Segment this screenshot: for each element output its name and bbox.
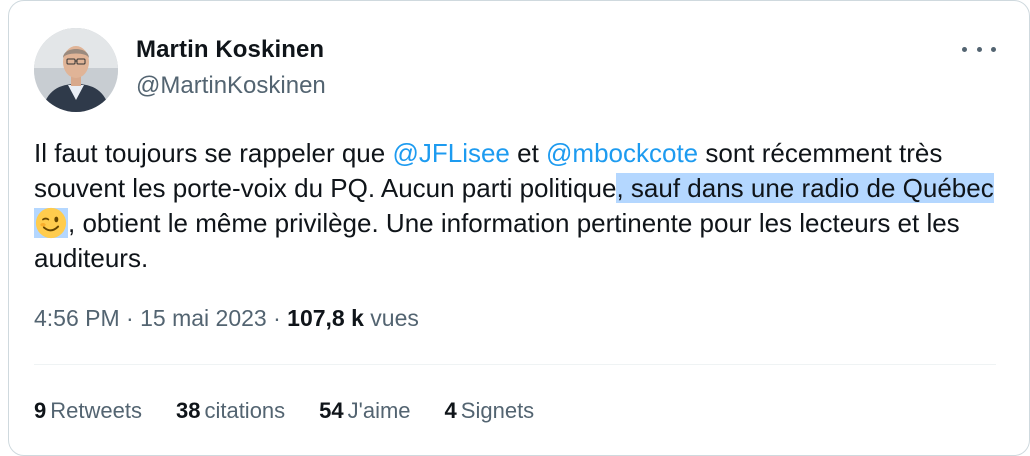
tweet-date[interactable]: 15 mai 2023 (140, 305, 267, 331)
mention-mbockcote[interactable]: @mbockcote (546, 138, 698, 168)
tweet-text-part: Il faut toujours se rappeler que (34, 138, 393, 168)
bookmarks-count: 4 (444, 398, 457, 423)
views-label: vues (370, 305, 419, 331)
winking-face-icon (35, 207, 67, 239)
bookmarks-label: Signets (460, 398, 535, 423)
tweet-text: Il faut toujours se rappeler que @JFLise… (34, 136, 994, 276)
tweet-time[interactable]: 4:56 PM (34, 305, 120, 331)
tweet-frame: Martin Koskinen @MartinKoskinen Il faut … (0, 0, 1030, 456)
engagement-stats: 9 Retweets 38 citations 54 J'aime 4 Signets (34, 398, 568, 424)
meta-separator: · (273, 305, 281, 331)
mention-jflisee[interactable]: @JFLisee (392, 138, 509, 168)
divider (34, 364, 996, 365)
avatar-photo (34, 28, 118, 112)
more-options-button[interactable] (962, 38, 996, 60)
quotes-label: citations (204, 398, 286, 423)
quotes-count: 38 (175, 398, 201, 423)
tweet-text-part: , obtient le même privilège. Une informa… (34, 208, 960, 273)
author-handle[interactable]: @MartinKoskinen (136, 72, 326, 100)
author-name[interactable]: Martin Koskinen (136, 36, 324, 64)
tweet-meta: 4:56 PM · 15 mai 2023 · 107,8 k vues (34, 305, 419, 332)
more-dot-icon (976, 46, 982, 52)
avatar[interactable] (34, 28, 118, 112)
tweet-text-part: et (509, 138, 547, 168)
retweets-label: Retweets (50, 398, 142, 423)
bookmarks-stat[interactable]: 4 Signets (445, 398, 535, 424)
meta-separator: · (126, 305, 134, 331)
likes-count: 54 (319, 398, 344, 423)
views-count: 107,8 k (287, 305, 364, 331)
more-dot-icon (991, 46, 996, 52)
more-dot-icon (962, 46, 967, 52)
retweets-stat[interactable]: 9 Retweets (34, 398, 142, 424)
quotes-stat[interactable]: 38 citations (176, 398, 285, 424)
retweets-count: 9 (34, 398, 47, 423)
likes-stat[interactable]: 54 J'aime (319, 398, 410, 424)
highlighted-text: , sauf dans une radio de Québec (616, 173, 994, 203)
likes-label: J'aime (347, 398, 411, 423)
